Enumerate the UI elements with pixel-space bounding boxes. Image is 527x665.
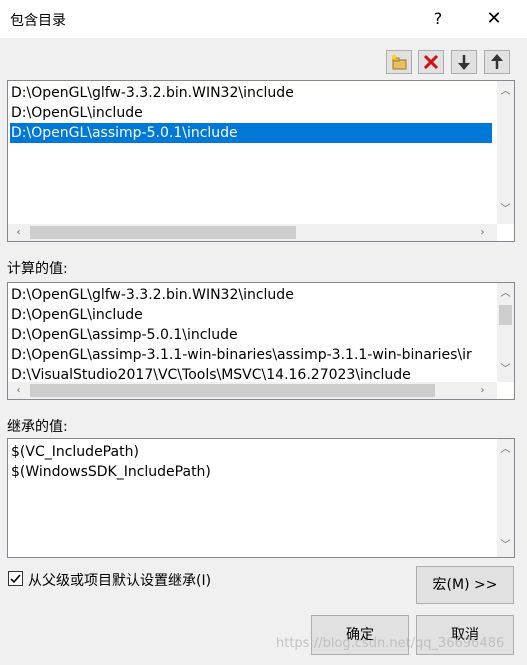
delete-button[interactable] [418, 50, 444, 74]
inherited-label: 继承的值: [7, 419, 68, 435]
scroll-down-arrow-icon[interactable]: ﹀ [497, 201, 514, 218]
close-button[interactable]: ✕ [477, 6, 511, 32]
scroll-left-arrow-icon[interactable]: ‹ [10, 382, 27, 399]
macro-button[interactable]: 宏(M) >> [416, 566, 514, 604]
move-down-button[interactable] [451, 50, 477, 74]
window-title: 包含目录 [10, 13, 66, 29]
inherited-vscroll[interactable]: ︿ ﹀ [497, 439, 514, 557]
help-button[interactable]: ? [421, 6, 455, 32]
list-item[interactable]: D:\OpenGL\include [11, 103, 143, 123]
scroll-up-arrow-icon[interactable]: ︿ [497, 285, 514, 302]
list-item-selected[interactable]: D:\OpenGL\assimp-5.0.1\include [10, 123, 492, 143]
scroll-down-arrow-icon[interactable]: ﹀ [497, 361, 514, 378]
hscroll-thumb[interactable] [30, 226, 296, 239]
computed-label: 计算的值: [7, 261, 68, 277]
computed-hscroll[interactable]: ‹ › [8, 382, 497, 399]
hscroll-thumb[interactable] [30, 384, 435, 397]
list-item: D:\OpenGL\glfw-3.3.2.bin.WIN32\include [11, 287, 294, 303]
scroll-down-arrow-icon[interactable]: ﹀ [497, 537, 514, 554]
delete-icon [423, 54, 439, 70]
inherit-checkbox[interactable] [8, 571, 23, 586]
arrow-up-icon [491, 54, 503, 69]
arrow-down-icon [458, 55, 470, 70]
computed-list[interactable]: D:\OpenGL\glfw-3.3.2.bin.WIN32\include D… [7, 282, 515, 400]
checkmark-icon [10, 574, 21, 584]
list-item: $(VC_IncludePath) [11, 444, 139, 460]
list-item[interactable]: D:\OpenGL\glfw-3.3.2.bin.WIN32\include [11, 83, 294, 103]
include-list-vscroll[interactable]: ︿ ﹀ [497, 81, 514, 224]
scroll-up-arrow-icon[interactable]: ︿ [497, 83, 514, 100]
scroll-right-arrow-icon[interactable]: › [474, 382, 491, 399]
inherit-checkbox-label[interactable]: 从父级或项目默认设置继承(I) [28, 570, 211, 590]
vscroll-thumb[interactable] [499, 305, 512, 325]
scroll-left-arrow-icon[interactable]: ‹ [10, 224, 27, 241]
list-item: D:\OpenGL\assimp-3.1.1-win-binaries\assi… [11, 347, 472, 363]
scroll-up-arrow-icon[interactable]: ︿ [497, 441, 514, 458]
inherited-list[interactable]: $(VC_IncludePath) $(WindowsSDK_IncludePa… [7, 438, 515, 558]
new-line-icon [391, 54, 407, 70]
include-list[interactable]: D:\OpenGL\glfw-3.3.2.bin.WIN32\include D… [7, 80, 515, 242]
list-item: $(WindowsSDK_IncludePath) [11, 464, 211, 480]
list-item: D:\OpenGL\include [11, 307, 143, 323]
watermark: https://blog.csdn.net/qq_36696486 [276, 636, 505, 651]
list-item: D:\OpenGL\assimp-5.0.1\include [11, 327, 238, 343]
include-list-hscroll[interactable]: ‹ › [8, 224, 497, 241]
new-line-button[interactable] [386, 50, 412, 74]
move-up-button[interactable] [484, 50, 510, 74]
computed-vscroll[interactable]: ︿ ﹀ [497, 283, 514, 382]
scroll-right-arrow-icon[interactable]: › [474, 224, 491, 241]
